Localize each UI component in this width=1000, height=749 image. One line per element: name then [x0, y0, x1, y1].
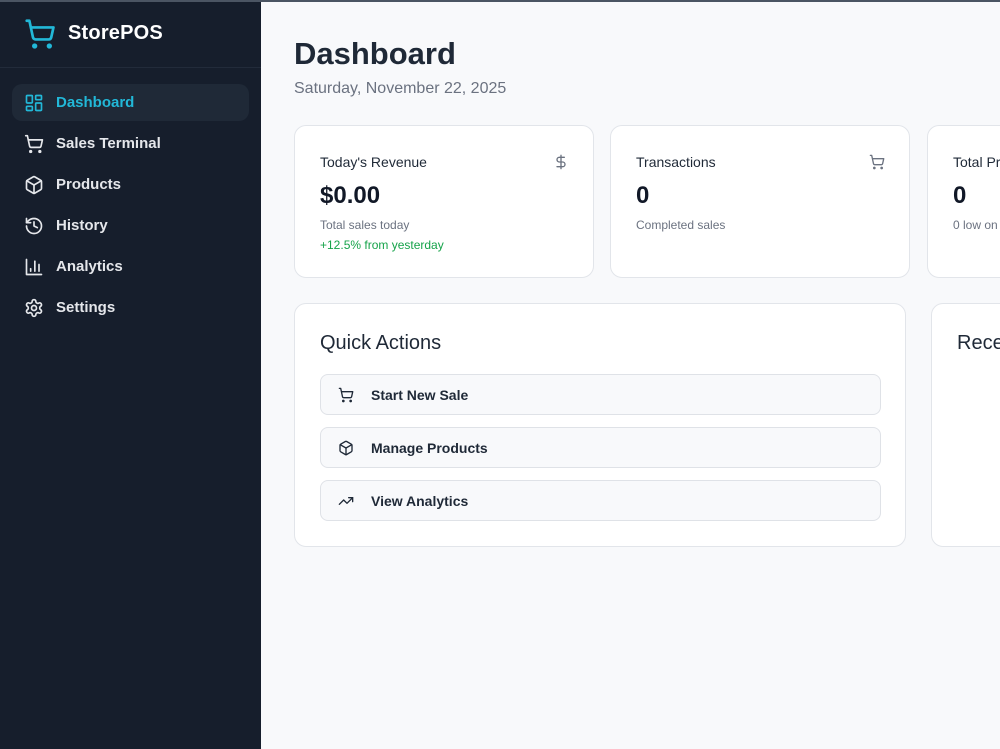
dollar-icon	[551, 152, 571, 172]
sidebar-item-label: Settings	[56, 299, 116, 316]
stat-value: $0.00	[320, 182, 381, 209]
sidebar-item-sales-terminal[interactable]: Sales Terminal	[12, 125, 249, 162]
page-date: Saturday, November 22, 2025	[294, 80, 507, 97]
package-icon	[337, 439, 355, 457]
stat-card-revenue: Today's Revenue $0.00 Total sales today …	[294, 125, 594, 278]
sidebar-item-label: Sales Terminal	[56, 135, 161, 152]
sidebar-item-analytics[interactable]: Analytics	[12, 248, 249, 285]
sidebar-item-label: Dashboard	[56, 94, 135, 111]
shopping-cart-icon	[24, 134, 44, 154]
button-label: View Analytics	[371, 492, 469, 509]
page-title: Dashboard	[294, 36, 456, 71]
sidebar-item-label: Analytics	[56, 258, 123, 275]
view-analytics-button[interactable]: View Analytics	[320, 480, 881, 521]
start-new-sale-button[interactable]: Start New Sale	[320, 374, 881, 415]
shopping-cart-icon	[24, 18, 56, 50]
stat-title: Transactions	[636, 154, 716, 170]
stat-title: Today's Revenue	[320, 154, 427, 170]
history-icon	[24, 216, 44, 236]
main-content: Dashboard Saturday, November 22, 2025 To…	[261, 0, 1000, 749]
sidebar-item-history[interactable]: History	[12, 207, 249, 244]
stat-value: 0	[953, 182, 967, 209]
manage-products-button[interactable]: Manage Products	[320, 427, 881, 468]
layout-grid-icon	[24, 93, 44, 113]
sidebar: StorePOS Dashboard Sales Terminal Produc…	[0, 0, 261, 749]
stat-trend: +12.5% from yesterday	[320, 238, 444, 252]
stat-value: 0	[636, 182, 650, 209]
brand[interactable]: StorePOS	[0, 0, 261, 68]
stat-subtitle: 0 low on	[953, 218, 998, 232]
gear-icon	[24, 298, 44, 318]
stat-card-total-products: Total Pr 0 0 low on	[927, 125, 1000, 278]
recent-title: Rece	[957, 332, 1000, 354]
sidebar-item-dashboard[interactable]: Dashboard	[12, 84, 249, 121]
app-name: StorePOS	[68, 22, 163, 44]
sidebar-item-label: Products	[56, 176, 122, 193]
sidebar-item-products[interactable]: Products	[12, 166, 249, 203]
button-label: Manage Products	[371, 439, 488, 456]
stat-title: Total Pr	[953, 154, 1000, 170]
quick-actions-card: Quick Actions Start New Sale Manage Prod…	[294, 303, 906, 547]
shopping-cart-icon	[867, 152, 887, 172]
sidebar-item-settings[interactable]: Settings	[12, 289, 249, 326]
package-icon	[24, 175, 44, 195]
quick-actions-title: Quick Actions	[320, 332, 442, 354]
stat-subtitle: Completed sales	[636, 218, 726, 232]
recent-transactions-card: Rece	[931, 303, 1000, 547]
stat-subtitle: Total sales today	[320, 218, 410, 232]
bar-chart-icon	[24, 257, 44, 277]
sidebar-nav: Dashboard Sales Terminal Products Histor…	[0, 68, 261, 326]
sidebar-item-label: History	[56, 217, 108, 234]
window-top-border	[0, 0, 1000, 2]
button-label: Start New Sale	[371, 386, 469, 403]
stat-card-transactions: Transactions 0 Completed sales	[610, 125, 910, 278]
trending-up-icon	[337, 492, 355, 510]
shopping-cart-icon	[337, 386, 355, 404]
